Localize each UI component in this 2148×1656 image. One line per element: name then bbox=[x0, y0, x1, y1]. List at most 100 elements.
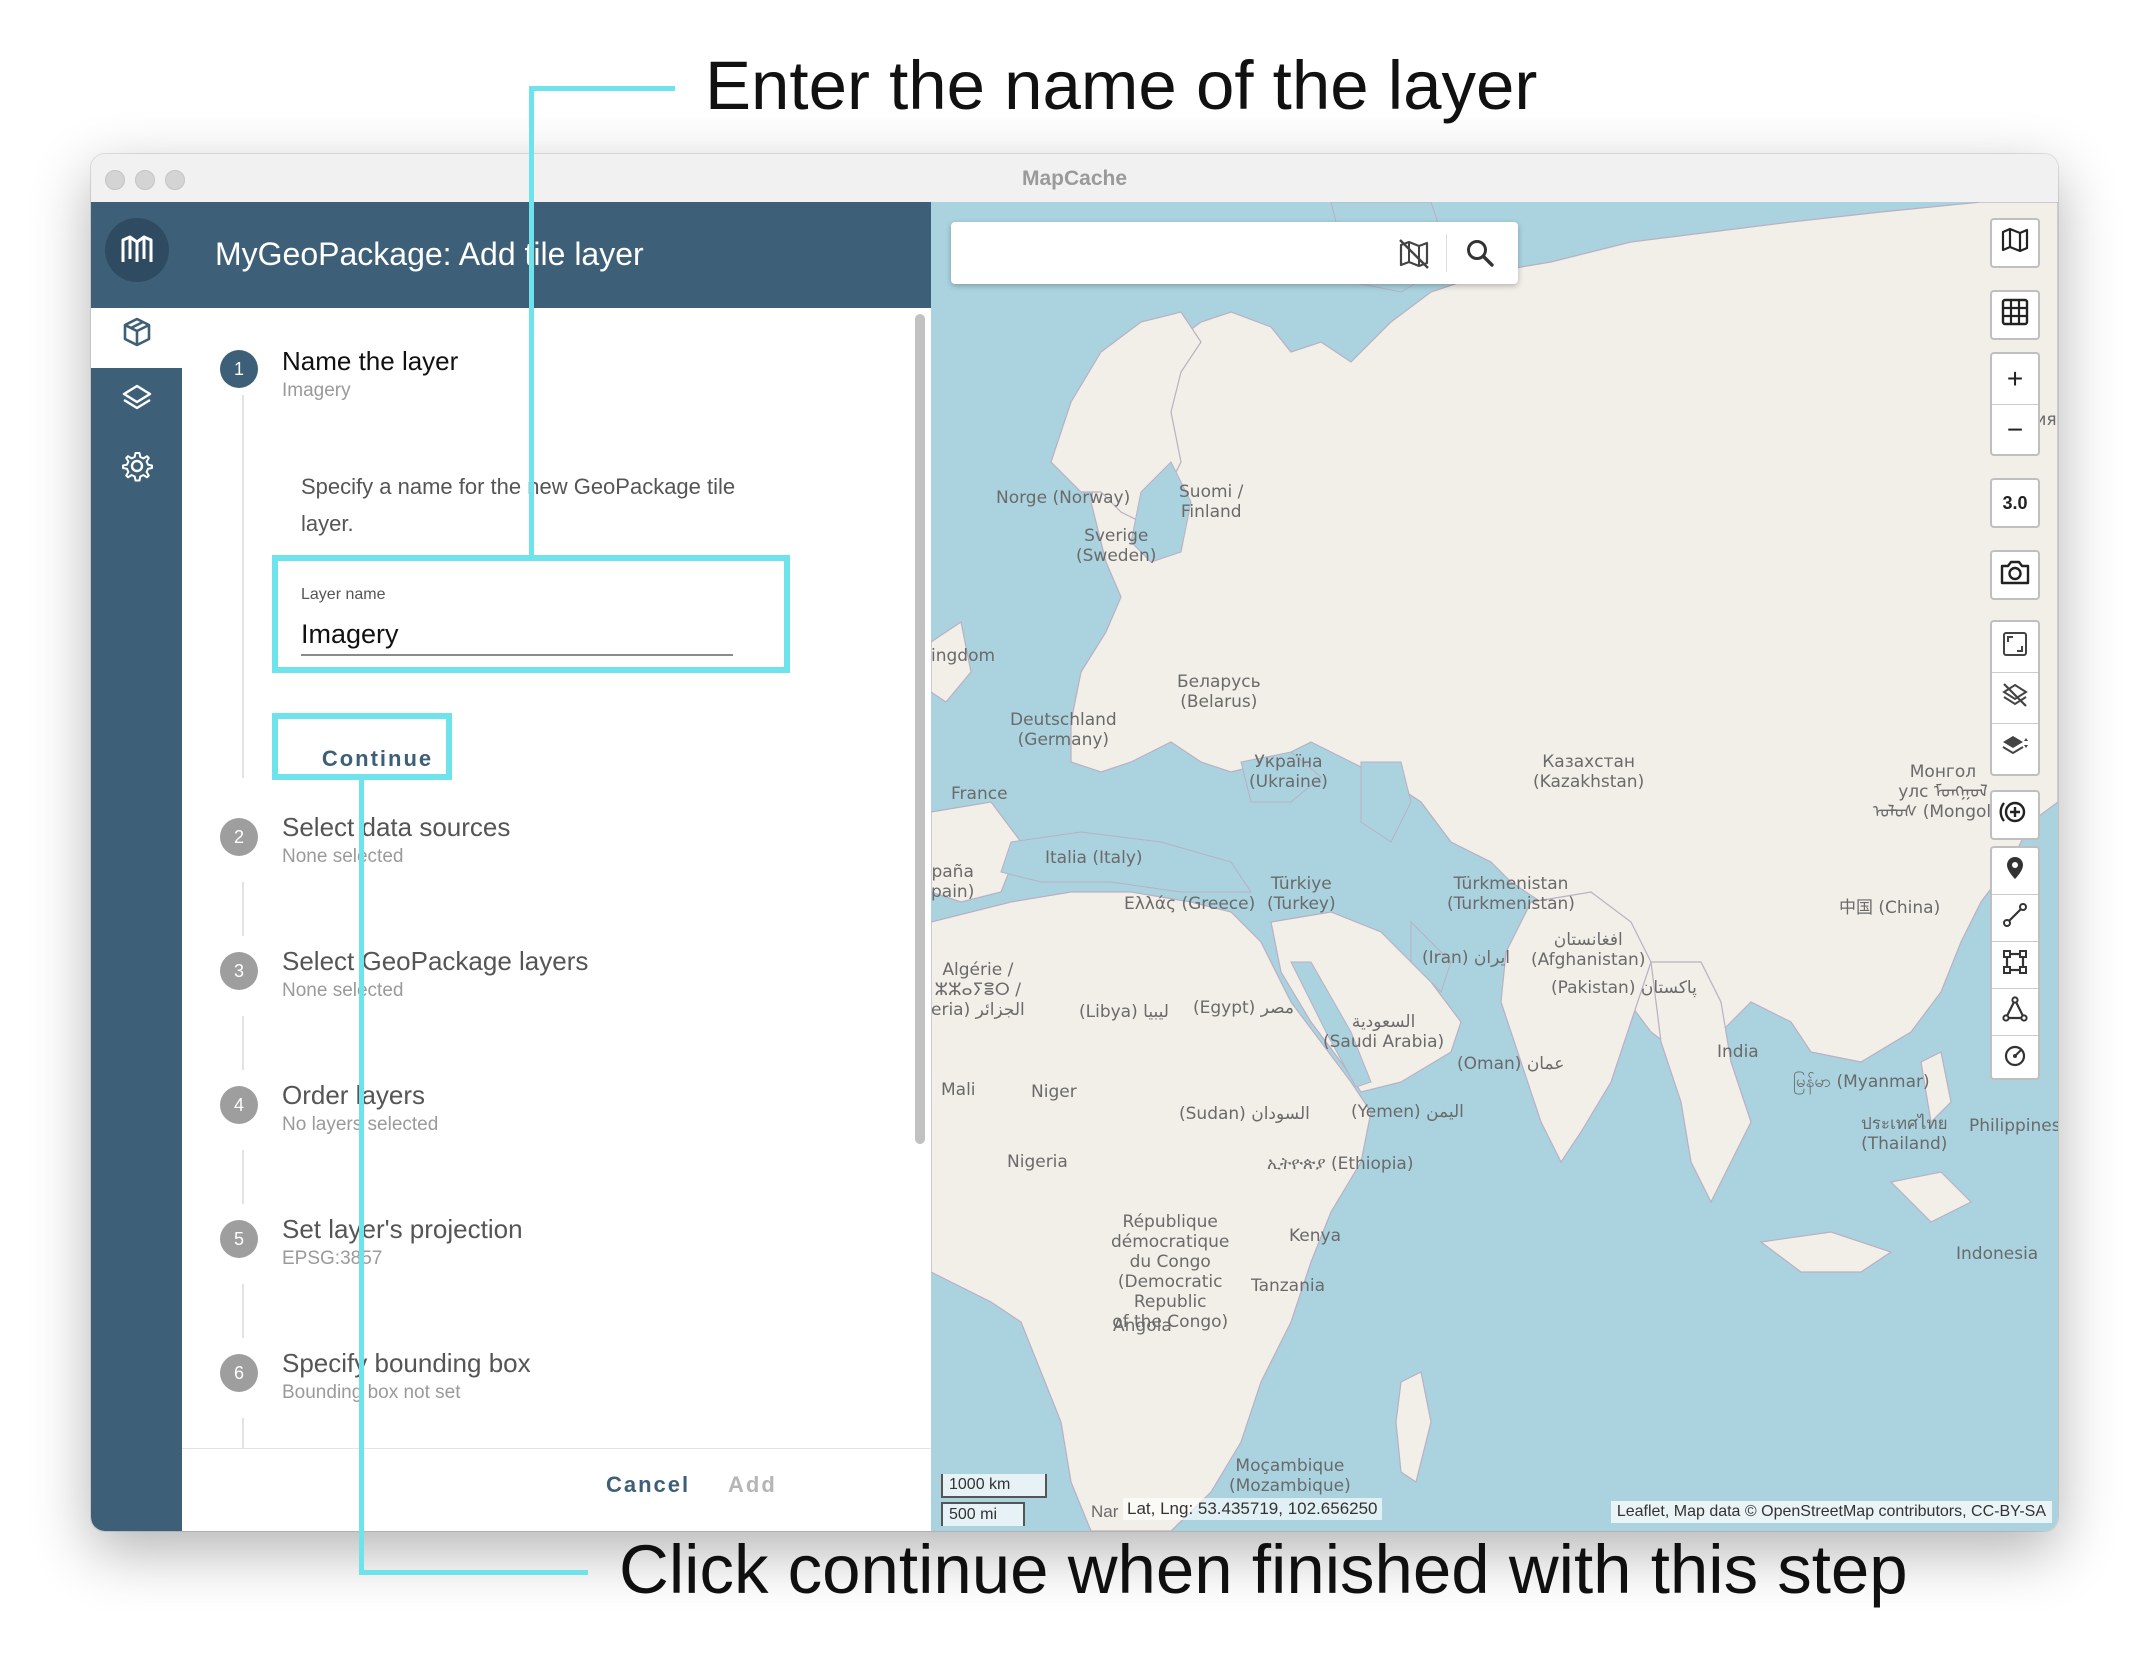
window-title: MapCache bbox=[1021, 167, 1128, 190]
step-title[interactable]: Select GeoPackage layers bbox=[282, 946, 588, 977]
annotation-top-text: Enter the name of the layer bbox=[705, 47, 1538, 124]
map-label-saudi: السعودية (Saudi Arabia) bbox=[1323, 1012, 1445, 1052]
draw-polygon-button[interactable] bbox=[1992, 989, 2038, 1036]
map-label-uk: ingdom bbox=[931, 646, 996, 666]
map-label-kazakhstan: Казахстан (Kazakhstan) bbox=[1533, 752, 1645, 792]
cancel-button[interactable]: Cancel bbox=[600, 1471, 696, 1499]
layer-order-button[interactable] bbox=[1992, 724, 2038, 774]
annotation-connector bbox=[529, 86, 534, 560]
map-label-fragment: Nar bbox=[1091, 1502, 1119, 1521]
zoom-out-button[interactable]: − bbox=[1992, 405, 2038, 455]
draw-circle-button[interactable] bbox=[1992, 1036, 2038, 1082]
step-number-badge: 5 bbox=[220, 1220, 258, 1258]
map-label-libya: (Libya) ليبيا bbox=[1079, 1002, 1169, 1022]
rectangle-icon bbox=[2002, 949, 2028, 982]
draw-rectangle-button[interactable] bbox=[1992, 942, 2038, 989]
map-label-sweden: Sverige (Sweden) bbox=[1076, 526, 1157, 566]
step-subtitle: None selected bbox=[282, 980, 404, 1001]
map-label-indonesia: Indonesia bbox=[1956, 1244, 2039, 1264]
panel-footer: Cancel Add bbox=[182, 1448, 931, 1531]
annotation-connector bbox=[359, 777, 364, 1575]
map-label-myanmar: မြန်မာ (Myanmar) bbox=[1793, 1072, 1930, 1092]
layers-icon[interactable] bbox=[119, 380, 155, 416]
map-label-turkmenistan: Türkmenistan (Turkmenistan) bbox=[1447, 874, 1575, 914]
map-label-iran: (Iran) ایران bbox=[1422, 948, 1510, 968]
search-icon[interactable] bbox=[1463, 236, 1497, 275]
add-location-icon bbox=[1999, 796, 2031, 835]
map-label-mali: Mali bbox=[941, 1080, 976, 1100]
map-label-india: India bbox=[1717, 1042, 1759, 1062]
panel-title: MyGeoPackage: Add tile layer bbox=[215, 236, 644, 272]
minus-icon: − bbox=[2006, 414, 2024, 445]
zoom-control: + − bbox=[1990, 352, 2040, 456]
map-label-belarus: Беларусь (Belarus) bbox=[1177, 672, 1261, 712]
map-label-egypt: (Egypt) مصر bbox=[1193, 998, 1294, 1018]
step-number-badge: 4 bbox=[220, 1086, 258, 1124]
layers-off-icon bbox=[2001, 681, 2029, 716]
step-connector bbox=[242, 1150, 244, 1204]
nav-rail bbox=[91, 202, 182, 1531]
polyline-icon bbox=[2002, 902, 2028, 935]
zoom-in-button[interactable]: + bbox=[1992, 354, 2038, 405]
annotation-highlight-layer-name bbox=[272, 555, 790, 673]
map-icon bbox=[2000, 225, 2030, 262]
step-number-badge: 6 bbox=[220, 1354, 258, 1392]
step-connector bbox=[242, 1418, 244, 1448]
search-divider bbox=[1446, 234, 1447, 272]
step-description: Specify a name for the new GeoPackage ti… bbox=[301, 474, 736, 536]
map-label-tanzania: Tanzania bbox=[1251, 1276, 1326, 1296]
panel-header: MyGeoPackage: Add tile layer bbox=[182, 202, 931, 308]
base-maps-button[interactable] bbox=[1990, 218, 2040, 268]
layers-sort-icon bbox=[2001, 732, 2029, 767]
map-label-angola: Angola bbox=[1113, 1316, 1172, 1336]
map-label-france: France bbox=[951, 784, 1008, 804]
settings-icon[interactable] bbox=[119, 448, 155, 484]
panel-scrollbar[interactable] bbox=[915, 314, 925, 1144]
fit-extent-button[interactable] bbox=[1992, 622, 2038, 673]
app-window: MapCache MyGeoPackage: Add tile layer 1 … bbox=[91, 154, 2058, 1531]
annotation-bottom-text: Click continue when finished with this s… bbox=[619, 1531, 1908, 1608]
step-connector bbox=[242, 1016, 244, 1070]
step-title[interactable]: Set layer's projection bbox=[282, 1214, 523, 1245]
hide-layers-button[interactable] bbox=[1992, 673, 2038, 724]
map-label-afghanistan: افغانستان (Afghanistan) bbox=[1531, 930, 1646, 970]
step-number-badge: 2 bbox=[220, 818, 258, 856]
grid-button[interactable] bbox=[1990, 290, 2040, 340]
draw-point-button[interactable] bbox=[1992, 848, 2038, 895]
map-search-input[interactable] bbox=[965, 234, 1389, 274]
step-number-badge: 3 bbox=[220, 952, 258, 990]
scale-mi: 500 mi bbox=[941, 1502, 1025, 1526]
map-label-italy: Italia (Italy) bbox=[1045, 848, 1143, 868]
map-view[interactable]: Norge (Norway) Suomi / Finland Sverige (… bbox=[931, 202, 2058, 1531]
step-title[interactable]: Specify bounding box bbox=[282, 1348, 531, 1379]
map-label-ukraine: Україна (Ukraine) bbox=[1249, 752, 1328, 792]
map-label-mozambique: Moçambique (Mozambique) bbox=[1229, 1456, 1351, 1496]
map-off-icon[interactable] bbox=[1397, 237, 1431, 276]
step-title[interactable]: Order layers bbox=[282, 1080, 425, 1111]
scale-km: 1000 km bbox=[941, 1474, 1047, 1498]
grid-icon bbox=[2000, 297, 2030, 334]
map-label-algeria: Algérie / ⵣⵣⴰⵢⴻⵔ / eria) الجزائر bbox=[931, 960, 1025, 1020]
zoom-level-indicator: 3.0 bbox=[1990, 478, 2040, 528]
step-title[interactable]: Name the layer bbox=[282, 346, 458, 377]
geopackage-icon[interactable] bbox=[119, 314, 155, 350]
map-label-germany: Deutschland (Germany) bbox=[1010, 710, 1117, 750]
map-label-thailand: ประเทศไทย (Thailand) bbox=[1861, 1114, 1948, 1154]
screenshot-button[interactable] bbox=[1990, 550, 2040, 600]
step-subtitle: Bounding box not set bbox=[282, 1382, 461, 1403]
add-button[interactable]: Add bbox=[722, 1471, 783, 1499]
map-attribution[interactable]: Leaflet, Map data © OpenStreetMap contri… bbox=[1610, 1501, 2052, 1523]
draw-line-button[interactable] bbox=[1992, 895, 2038, 942]
map-label-spain: paña pain) bbox=[931, 862, 975, 902]
map-label-yemen: (Yemen) اليمن bbox=[1351, 1102, 1464, 1122]
circle-icon bbox=[2002, 1043, 2028, 1076]
step-title[interactable]: Select data sources bbox=[282, 812, 510, 843]
polygon-icon bbox=[2002, 995, 2028, 1029]
map-label-sudan: (Sudan) السودان bbox=[1179, 1104, 1310, 1124]
step-connector bbox=[242, 395, 244, 778]
layer-tools-group bbox=[1990, 620, 2040, 776]
mapcache-logo-icon[interactable] bbox=[105, 218, 169, 282]
step-subtitle: EPSG:3857 bbox=[282, 1248, 383, 1269]
add-data-source-button[interactable] bbox=[1990, 790, 2040, 840]
map-label-ethiopia: ኢትዮጵያ (Ethiopia) bbox=[1267, 1154, 1414, 1174]
